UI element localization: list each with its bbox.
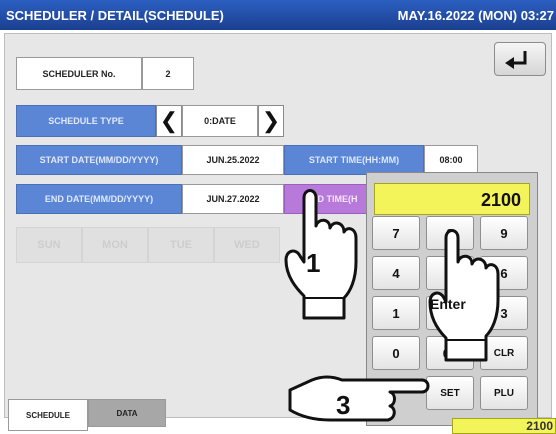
keypad-display: 2100 [374,183,530,215]
start-time-value[interactable]: 08:00 [424,145,478,175]
screen-title: SCHEDULER / DETAIL(SCHEDULE) [6,8,224,23]
tab-data[interactable]: DATA [88,399,166,427]
weekday-mon-button[interactable]: MON [82,227,148,263]
back-button[interactable] [494,42,546,76]
end-time-label[interactable]: END TIME(H [284,184,368,214]
key-8[interactable]: 8 [426,216,474,250]
key-1[interactable]: 1 [372,296,420,330]
key-4[interactable]: 4 [372,256,420,290]
title-bar: SCHEDULER / DETAIL(SCHEDULE) MAY.16.2022… [0,0,556,30]
key-0[interactable]: 0 [372,336,420,370]
scheduler-no-value: 2 [142,57,194,90]
schedule-type-label: SCHEDULE TYPE [16,105,156,137]
key-7[interactable]: 7 [372,216,420,250]
start-time-label: START TIME(HH:MM) [284,145,424,175]
weekday-tue-button[interactable]: TUE [148,227,214,263]
schedule-type-next-button[interactable]: ❯ [258,105,284,137]
weekday-wed-button[interactable]: WED [214,227,280,263]
start-date-label: START DATE(MM/DD/YYYY) [16,145,182,175]
end-date-label: END DATE(MM/DD/YYYY) [16,184,182,214]
weekday-sun-button[interactable]: SUN [16,227,82,263]
datetime-display: MAY.16.2022 (MON) 03:27 [397,8,554,23]
key-6[interactable]: 6 [480,256,528,290]
bottom-value-display: 2100 [452,418,556,434]
tab-schedule[interactable]: SCHEDULE [8,399,88,431]
schedule-type-value[interactable]: 0:DATE [182,105,258,137]
key-2[interactable]: 2 [426,296,474,330]
key-plu[interactable]: PLU [480,376,528,410]
key-clr[interactable]: CLR [480,336,528,370]
scheduler-no-label: SCHEDULER No. [16,57,142,90]
schedule-type-prev-button[interactable]: ❮ [156,105,182,137]
start-date-value[interactable]: JUN.25.2022 [182,145,284,175]
key-3[interactable]: 3 [480,296,528,330]
key-00[interactable]: 00 [426,336,474,370]
end-date-value[interactable]: JUN.27.2022 [182,184,284,214]
key-9[interactable]: 9 [480,216,528,250]
key-5[interactable]: 5 [426,256,474,290]
key-set[interactable]: SET [426,376,474,410]
back-arrow-icon [505,51,527,69]
